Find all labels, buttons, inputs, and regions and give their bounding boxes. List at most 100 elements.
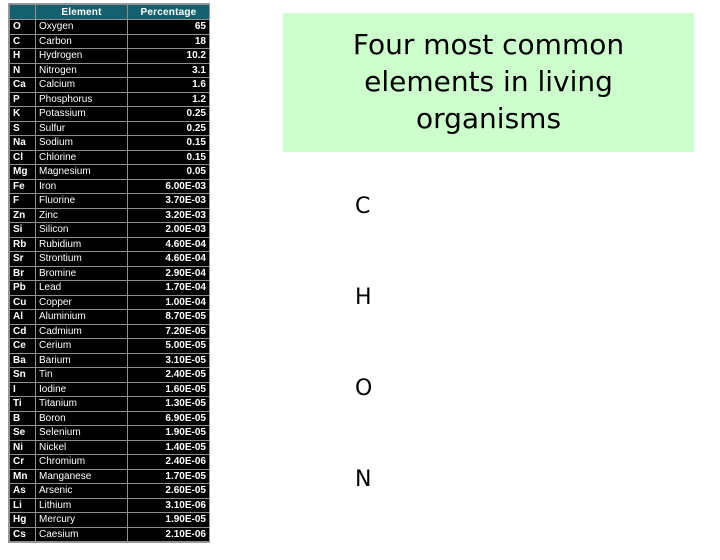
cell-percentage: 3.10E-05: [127, 352, 209, 368]
cell-percentage: 0.05: [127, 164, 209, 180]
cell-symbol: Cd: [9, 323, 36, 339]
cell-element-name: Silicon: [35, 222, 128, 238]
cell-element-name: Tin: [35, 367, 128, 383]
cell-element-name: Sulfur: [35, 120, 128, 136]
cell-element-name: Boron: [35, 410, 128, 426]
cell-element-name: Aluminium: [35, 309, 128, 325]
table-row: Al Aluminium 8.70E-05: [9, 309, 209, 325]
cell-percentage: 2.90E-04: [127, 265, 209, 281]
cell-symbol: Ti: [9, 396, 36, 412]
table-row: As Arsenic 2.60E-05: [9, 483, 209, 499]
cell-percentage: 1.40E-05: [127, 439, 209, 455]
table-row: Ti Titanium 1.30E-05: [9, 396, 209, 412]
cell-percentage: 3.70E-03: [127, 193, 209, 209]
cell-symbol: Mg: [9, 164, 36, 180]
table-row: Zn Zinc 3.20E-03: [9, 207, 209, 223]
cell-percentage: 3.10E-06: [127, 497, 209, 513]
cell-element-name: Calcium: [35, 77, 128, 93]
cell-element-name: Iodine: [35, 381, 128, 397]
cell-percentage: 1.2: [127, 91, 209, 107]
cell-percentage: 7.20E-05: [127, 323, 209, 339]
cell-symbol: I: [9, 381, 36, 397]
cell-symbol: Mn: [9, 468, 36, 484]
table-row: Li Lithium 3.10E-06: [9, 497, 209, 513]
table-row: B Boron 6.90E-05: [9, 410, 209, 426]
cell-symbol: Ca: [9, 77, 36, 93]
cell-element-name: Chlorine: [35, 149, 128, 165]
table-row: Cs Caesium 2.10E-06: [9, 526, 209, 542]
table-row: Si Silicon 2.00E-03: [9, 222, 209, 238]
element-composition-table: Element Percentage O Oxygen 65 C Carbon 18 H Hy…: [9, 4, 209, 542]
cell-element-name: Strontium: [35, 251, 128, 267]
cell-percentage: 1.70E-05: [127, 468, 209, 484]
cell-percentage: 0.15: [127, 135, 209, 151]
cell-percentage: 2.40E-06: [127, 454, 209, 470]
table-row: Cd Cadmium 7.20E-05: [9, 323, 209, 339]
table-row: Br Bromine 2.90E-04: [9, 265, 209, 281]
cell-element-name: Lithium: [35, 497, 128, 513]
cell-percentage: 0.25: [127, 120, 209, 136]
cell-percentage: 1.00E-04: [127, 294, 209, 310]
cell-element-name: Magnesium: [35, 164, 128, 180]
table-row: Rb Rubidium 4.60E-04: [9, 236, 209, 252]
cell-percentage: 3.20E-03: [127, 207, 209, 223]
cell-element-name: Cadmium: [35, 323, 128, 339]
cell-symbol: Rb: [9, 236, 36, 252]
cell-percentage: 0.25: [127, 106, 209, 122]
table-row: Ca Calcium 1.6: [9, 77, 209, 93]
cell-element-name: Carbon: [35, 33, 128, 49]
table-row: Mg Magnesium 0.05: [9, 164, 209, 180]
table-row: S Sulfur 0.25: [9, 120, 209, 136]
column-header-percentage: Percentage: [127, 4, 209, 20]
cell-percentage: 1.90E-05: [127, 425, 209, 441]
cell-percentage: 1.30E-05: [127, 396, 209, 412]
cell-element-name: Phosphorus: [35, 91, 128, 107]
table-row: P Phosphorus 1.2: [9, 91, 209, 107]
cell-symbol: S: [9, 120, 36, 136]
cell-symbol: F: [9, 193, 36, 209]
title-banner: Four most common elements in living orga…: [283, 13, 694, 152]
cell-percentage: 6.00E-03: [127, 178, 209, 194]
cell-symbol: H: [9, 48, 36, 64]
table-row: I Iodine 1.60E-05: [9, 381, 209, 397]
cell-percentage: 1.60E-05: [127, 381, 209, 397]
cell-element-name: Bromine: [35, 265, 128, 281]
table-row: O Oxygen 65: [9, 19, 209, 35]
cell-symbol: Cr: [9, 454, 36, 470]
cell-symbol: Ce: [9, 338, 36, 354]
cell-percentage: 1.90E-05: [127, 512, 209, 528]
cell-element-name: Oxygen: [35, 19, 128, 35]
element-letter-n: N: [355, 467, 372, 492]
cell-symbol: Cs: [9, 526, 36, 542]
cell-percentage: 3.1: [127, 62, 209, 78]
element-letter-h: H: [355, 285, 372, 310]
cell-symbol: Na: [9, 135, 36, 151]
cell-element-name: Fluorine: [35, 193, 128, 209]
cell-symbol: Al: [9, 309, 36, 325]
cell-symbol: C: [9, 33, 36, 49]
table-header-row: Element Percentage: [9, 4, 209, 20]
table-row: Pb Lead 1.70E-04: [9, 280, 209, 296]
cell-percentage: 0.15: [127, 149, 209, 165]
cell-symbol: Zn: [9, 207, 36, 223]
column-header-element: Element: [35, 4, 128, 20]
cell-symbol: Sr: [9, 251, 36, 267]
cell-element-name: Sodium: [35, 135, 128, 151]
table-row: N Nitrogen 3.1: [9, 62, 209, 78]
cell-symbol: Sn: [9, 367, 36, 383]
cell-element-name: Rubidium: [35, 236, 128, 252]
cell-element-name: Selenium: [35, 425, 128, 441]
cell-element-name: Iron: [35, 178, 128, 194]
cell-symbol: Cu: [9, 294, 36, 310]
table-row: K Potassium 0.25: [9, 106, 209, 122]
cell-percentage: 18: [127, 33, 209, 49]
cell-percentage: 5.00E-05: [127, 338, 209, 354]
cell-percentage: 1.70E-04: [127, 280, 209, 296]
cell-percentage: 65: [127, 19, 209, 35]
cell-element-name: Barium: [35, 352, 128, 368]
table-row: H Hydrogen 10.2: [9, 48, 209, 64]
cell-symbol: O: [9, 19, 36, 35]
cell-percentage: 4.60E-04: [127, 236, 209, 252]
table-row: Fe Iron 6.00E-03: [9, 178, 209, 194]
cell-symbol: Fe: [9, 178, 36, 194]
